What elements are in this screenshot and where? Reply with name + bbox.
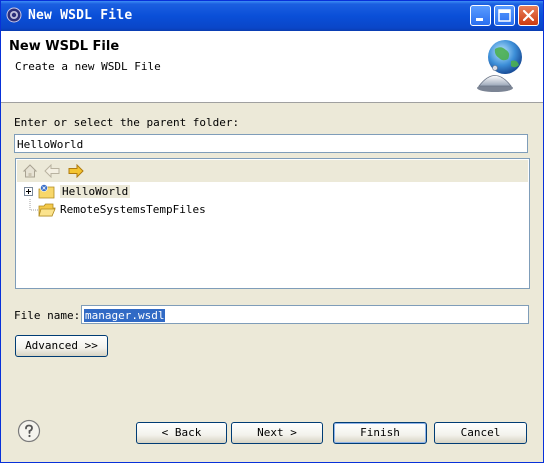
minimize-icon: [476, 18, 483, 21]
tree-toolbar: [17, 160, 528, 182]
wizard-header: New WSDL File Create a new WSDL File: [1, 31, 543, 103]
back-arrow-icon[interactable]: [44, 164, 60, 178]
close-button[interactable]: [518, 5, 539, 26]
title-bar[interactable]: New WSDL File: [1, 1, 543, 31]
back-button[interactable]: < Back: [136, 422, 227, 444]
file-name-label: File name:: [14, 309, 81, 322]
file-name-value: manager.wsdl: [84, 309, 166, 322]
tree-item-label: HelloWorld: [60, 185, 131, 198]
next-button[interactable]: Next >: [231, 422, 323, 444]
minimize-button[interactable]: [470, 5, 491, 26]
parent-folder-value: HelloWorld: [17, 138, 84, 151]
advanced-button[interactable]: Advanced >>: [15, 335, 108, 357]
header-description: Create a new WSDL File: [15, 60, 161, 73]
tree-item-helloworld[interactable]: HelloWorld: [24, 183, 164, 201]
wsdl-globe-bell-icon: [477, 40, 522, 92]
window-title: New WSDL File: [28, 8, 133, 23]
parent-folder-label: Enter or select the parent folder:: [14, 116, 240, 129]
header-title: New WSDL File: [9, 39, 120, 54]
tree-item-label: RemoteSystemsTempFiles: [60, 203, 206, 216]
close-icon: [522, 9, 535, 22]
maximize-button[interactable]: [494, 5, 515, 26]
eclipse-app-icon: [6, 7, 22, 23]
project-folder-icon: [38, 184, 55, 199]
finish-button[interactable]: Finish: [333, 422, 427, 444]
expand-plus-icon[interactable]: [24, 187, 33, 196]
parent-folder-input[interactable]: HelloWorld: [14, 134, 528, 153]
folder-open-icon: [38, 203, 56, 217]
folder-tree[interactable]: HelloWorld RemoteSystemsTempFiles: [15, 158, 530, 289]
help-icon[interactable]: [17, 419, 41, 443]
home-icon[interactable]: [22, 163, 38, 179]
maximize-icon: [498, 9, 511, 22]
new-wsdl-file-dialog: New WSDL File New WSDL File Create a new…: [0, 0, 544, 463]
forward-arrow-icon[interactable]: [68, 164, 84, 178]
tree-item-remotesystemstempfiles[interactable]: RemoteSystemsTempFiles: [24, 201, 224, 219]
cancel-button[interactable]: Cancel: [434, 422, 527, 444]
file-name-input[interactable]: manager.wsdl: [81, 305, 529, 324]
